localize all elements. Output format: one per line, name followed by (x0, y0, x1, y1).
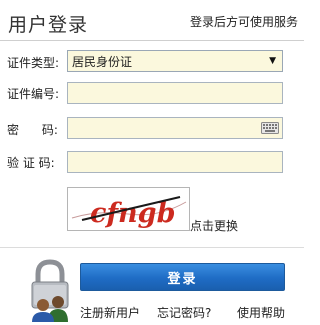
panel-title: 用户登录 (8, 14, 89, 36)
captcha-label: 验 证 码: (7, 156, 55, 170)
header-divider (0, 40, 304, 41)
cert-type-select[interactable]: 居民身份证 ▼ (67, 50, 283, 72)
captcha-image[interactable]: cfngb (67, 187, 190, 231)
cert-number-input[interactable] (67, 82, 283, 104)
register-link[interactable]: 注册新用户 (80, 304, 140, 321)
captcha-input[interactable] (67, 151, 283, 173)
captcha-text: cfngb (90, 198, 175, 229)
cert-number-label: 证件编号: (7, 87, 60, 101)
password-label: 密 码: (7, 123, 58, 137)
help-link[interactable]: 使用帮助 (237, 304, 285, 321)
login-button[interactable]: 登录 (80, 263, 285, 291)
chevron-down-icon: ▼ (269, 56, 276, 66)
password-field[interactable] (67, 117, 283, 139)
lock-users-icon (31, 259, 69, 322)
panel-subtitle: 登录后方可使用服务 (189, 15, 298, 29)
keyboard-icon[interactable] (261, 122, 279, 134)
form-divider (0, 247, 304, 248)
cert-type-label: 证件类型: (7, 56, 60, 70)
cert-type-value: 居民身份证 (72, 54, 133, 69)
refresh-captcha-link[interactable]: 点击更换 (190, 217, 238, 234)
forgot-password-link[interactable]: 忘记密码? (157, 304, 211, 321)
